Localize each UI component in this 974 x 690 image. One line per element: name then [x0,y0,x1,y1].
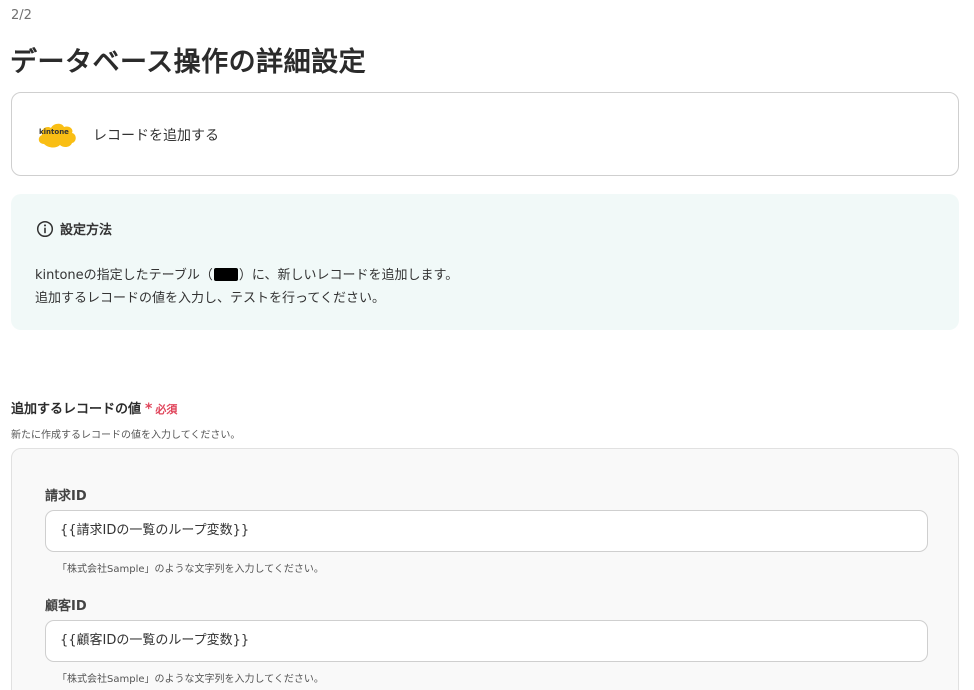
required-badge: 必須 [155,403,178,416]
info-line-1-after: ）に、新しいレコードを追加します。 [238,268,459,283]
setup-info-box: 設定方法 kintoneの指定したテーブル（ ）に、新しいレコードを追加します。 … [11,194,959,330]
info-line-1: kintoneの指定したテーブル（ ）に、新しいレコードを追加します。 [35,264,458,287]
kintone-logo: kintone [36,120,78,150]
page: 2/2 データベース操作の詳細設定 kintone レコードを追加する 設定方法… [0,0,974,690]
customer-id-input[interactable]: {{顧客IDの一覧のループ変数}} [45,620,928,662]
app-action-card: kintone レコードを追加する [11,92,959,176]
info-line-1-before: kintoneの指定したテーブル（ [35,268,213,283]
page-title: データベース操作の詳細設定 [10,47,367,78]
record-fields-panel: 請求ID {{請求IDの一覧のループ変数}} 「株式会社Sample」のような文… [11,448,959,690]
field-label-customer-id: 顧客ID [45,599,87,614]
invoice-id-input[interactable]: {{請求IDの一覧のループ変数}} [45,510,928,552]
record-values-description: 新たに作成するレコードの値を入力してください。 [11,430,241,441]
step-indicator: 2/2 [11,8,32,23]
info-title: 設定方法 [60,223,113,238]
record-values-label: 追加するレコードの値 * 必須 [11,398,177,417]
kintone-logo-text: kintone [39,128,69,136]
invoice-id-hint: 「株式会社Sample」のような文字列を入力してください。 [57,564,324,575]
record-values-title: 追加するレコードの値 [11,402,142,417]
required-star: * [145,401,153,417]
info-circle-icon [36,220,54,237]
info-description: kintoneの指定したテーブル（ ）に、新しいレコードを追加します。 追加するレ… [35,264,458,310]
redacted-table-name [213,268,238,281]
info-line-2: 追加するレコードの値を入力し、テストを行ってください。 [35,291,385,306]
app-action-label: レコードを追加する [93,128,219,144]
field-label-invoice-id: 請求ID [45,489,87,504]
info-header: 設定方法 [36,219,112,238]
customer-id-hint: 「株式会社Sample」のような文字列を入力してください。 [57,674,324,685]
